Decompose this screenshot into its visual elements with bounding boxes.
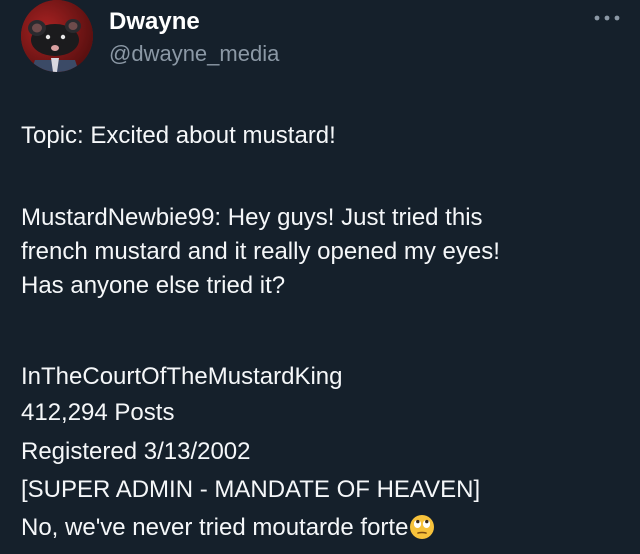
avatar[interactable] <box>21 0 93 72</box>
tweet-text-line: InTheCourtOfTheMustardKing <box>21 363 343 390</box>
tweet-text-line: MustardNewbie99: Hey guys! Just tried th… <box>21 204 483 231</box>
tweet-text-line: [SUPER ADMIN - MANDATE OF HEAVEN] <box>21 476 481 503</box>
face-with-rolling-eyes-emoji-icon <box>409 514 435 540</box>
tweet-text-line: french mustard and it really opened my e… <box>21 238 500 265</box>
tweet-text-line: No, we've never tried moutarde forte <box>21 514 409 541</box>
tweet-text-line: Topic: Excited about mustard! <box>21 122 336 149</box>
author-handle[interactable]: @dwayne_media <box>109 40 279 68</box>
tweet-text-line: Has anyone else tried it? <box>21 272 286 299</box>
tweet-text-last-line: No, we've never tried moutarde forte <box>21 512 631 544</box>
author-display-name[interactable]: Dwayne <box>109 8 200 36</box>
more-options-icon[interactable] <box>592 8 622 28</box>
tweet-text-line: 412,294 Posts <box>21 399 175 426</box>
rat-avatar-icon <box>21 0 93 72</box>
tweet-text-line: Registered 3/13/2002 <box>21 438 251 465</box>
